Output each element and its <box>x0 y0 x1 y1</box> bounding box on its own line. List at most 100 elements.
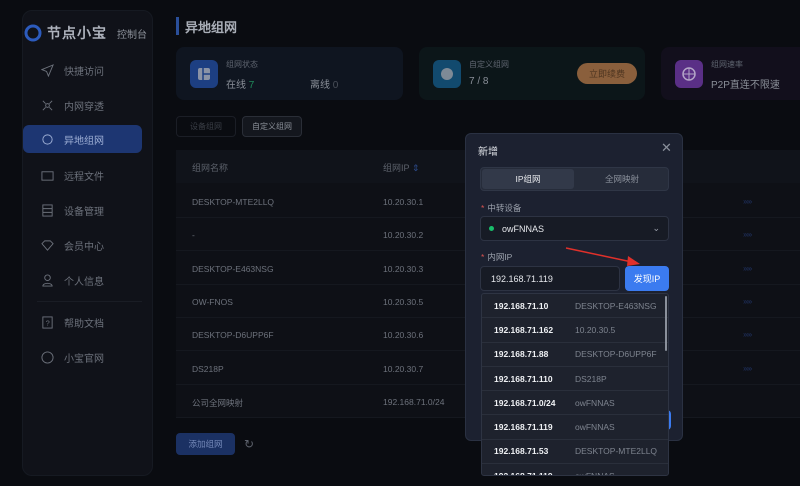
sidebar-item-label: 快捷访问 <box>64 66 104 78</box>
option-ip: 192.168.71.119 <box>494 422 553 433</box>
online-count: 在线 7 <box>226 76 254 91</box>
server-icon <box>42 203 53 217</box>
offline-value: 0 <box>332 80 339 91</box>
page-title: 异地组网 <box>176 17 237 35</box>
row-name: DESKTOP-E463NSG <box>192 263 274 274</box>
row-name: DS218P <box>192 363 224 374</box>
row-ip: 192.168.71.0/24 <box>383 396 445 407</box>
option-ip: 192.168.71.53 <box>494 446 549 457</box>
chevron-right-icon[interactable]: ››››› <box>743 197 752 206</box>
relay-label-text: 中转设备 <box>487 203 522 213</box>
sidebar-item-label: 小宝官网 <box>64 353 104 365</box>
close-icon[interactable]: ✕ <box>661 140 672 156</box>
option-device: DS218P <box>575 373 607 384</box>
sidebar-divider <box>37 301 142 302</box>
sidebar-item-help[interactable]: ? 帮助文档 <box>23 308 154 336</box>
ip-option[interactable]: 192.168.71.53 DESKTOP-MTE2LLQ <box>482 440 668 465</box>
sidebar-item-label: 设备管理 <box>64 206 104 218</box>
option-device: DESKTOP-D6UPP6F <box>575 349 657 360</box>
chevron-right-icon[interactable]: ››››› <box>743 264 752 273</box>
ip-option[interactable]: 192.168.71.10 DESKTOP-E463NSG <box>482 294 668 319</box>
segment-ip-network[interactable]: IP组网 <box>482 169 574 189</box>
sidebar-item-label: 会员中心 <box>64 241 104 253</box>
sidebar-item-label: 远程文件 <box>64 171 104 183</box>
option-ip: 192.168.71.10 <box>494 300 549 311</box>
user-icon <box>42 273 53 287</box>
ip-option[interactable]: 192.168.71.0/24 owFNNAS <box>482 391 668 416</box>
relay-device-select[interactable]: owFNNAS ⌄ <box>480 216 669 241</box>
sidebar: 节点小宝 控制台 快捷访问 内网穿透 异地组网 远程文件 设备管理 会员中心 个… <box>22 10 153 476</box>
sidebar-item-label: 内网穿透 <box>64 101 104 113</box>
status-card: 组网状态 在线 7 离线 0 <box>176 47 403 100</box>
row-name: DESKTOP-D6UPP6F <box>192 330 274 341</box>
sidebar-item-quick-access[interactable]: 快捷访问 <box>23 56 154 84</box>
ip-label: * 内网IP <box>481 252 513 262</box>
scrollbar[interactable] <box>665 296 667 351</box>
sidebar-item-membership[interactable]: 会员中心 <box>23 231 154 259</box>
row-ip: 10.20.30.2 <box>383 230 424 241</box>
option-device: DESKTOP-MTE2LLQ <box>575 446 658 457</box>
sidebar-item-profile[interactable]: 个人信息 <box>23 266 154 294</box>
chevron-right-icon[interactable]: ››››› <box>743 330 752 339</box>
segment-full-mapping[interactable]: 全网映射 <box>576 169 668 189</box>
sort-icon: ⇕ <box>411 163 420 173</box>
column-header-ip-label: 组网IP <box>383 163 410 173</box>
refresh-icon[interactable]: ↻ <box>244 437 254 451</box>
chevron-right-icon[interactable]: ››››› <box>743 230 752 239</box>
row-name: 公司全网映射 <box>192 397 244 408</box>
sidebar-item-label: 帮助文档 <box>64 318 104 330</box>
speed-card-label: 组网速率 <box>711 60 743 69</box>
chevron-right-icon[interactable]: ››››› <box>743 364 752 373</box>
sidebar-item-website[interactable]: 小宝官网 <box>23 343 154 371</box>
sidebar-item-remote-files[interactable]: 远程文件 <box>23 161 154 189</box>
sidebar-item-label: 异地组网 <box>64 135 104 147</box>
chat-icon <box>433 60 461 88</box>
offline-count: 离线 0 <box>310 76 338 91</box>
ip-label-text: 内网IP <box>487 252 513 262</box>
add-network-button[interactable]: 添加组网 <box>176 433 235 455</box>
row-name: DESKTOP-MTE2LLQ <box>192 197 275 207</box>
ip-option[interactable]: 192.168.71.119 owFNNAS <box>482 464 668 476</box>
option-device: owFNNAS <box>575 397 615 408</box>
option-device: DESKTOP-E463NSG <box>575 300 657 311</box>
row-ip: 10.20.30.1 <box>383 197 424 207</box>
online-label: 在线 <box>226 80 246 91</box>
option-ip: 192.168.71.110 <box>494 373 553 384</box>
sidebar-item-intranet[interactable]: 内网穿透 <box>23 91 154 119</box>
speed-card-value: P2P直连不限速 <box>711 80 780 91</box>
send-icon <box>41 63 54 77</box>
renew-button[interactable]: 立即续费 <box>577 63 637 84</box>
globe-icon <box>675 60 703 88</box>
red-arrow-icon <box>565 247 640 266</box>
svg-text:?: ? <box>46 318 50 327</box>
option-ip: 192.168.71.0/24 <box>494 397 556 408</box>
ip-option[interactable]: 192.168.71.110 DS218P <box>482 367 668 392</box>
sidebar-item-remote-network[interactable]: 异地组网 <box>23 125 142 153</box>
ip-suggestion-dropdown: 192.168.71.10 DESKTOP-E463NSG 192.168.71.1… <box>481 293 669 476</box>
tab-device-network[interactable]: 设备组网 <box>176 116 236 137</box>
tab-custom-network[interactable]: 自定义组网 <box>242 116 302 137</box>
logo: 节点小宝 控制台 <box>23 23 147 43</box>
option-ip: 192.168.71.88 <box>494 349 549 360</box>
ip-option[interactable]: 192.168.71.162 10.20.30.5 <box>482 318 668 343</box>
row-ip: 10.20.30.6 <box>383 330 424 341</box>
option-device: 10.20.30.5 <box>575 324 616 335</box>
dialog-title: 新增 <box>478 147 498 158</box>
option-ip: 192.168.71.162 <box>494 324 554 335</box>
relay-label: * 中转设备 <box>481 203 522 213</box>
network-icon <box>42 100 53 110</box>
chevron-right-icon[interactable]: ››››› <box>743 297 752 306</box>
custom-card-label: 自定义组网 <box>469 60 509 69</box>
logo-icon <box>24 24 42 42</box>
layout-icon <box>190 60 218 88</box>
sidebar-item-devices[interactable]: 设备管理 <box>23 196 154 224</box>
ip-option[interactable]: 192.168.71.119 owFNNAS <box>482 415 668 440</box>
option-ip: 192.168.71.119 <box>494 470 553 476</box>
chevron-down-icon: ⌄ <box>652 223 660 233</box>
offline-label: 离线 <box>310 80 330 91</box>
column-header-ip[interactable]: 组网IP ⇕ <box>383 161 419 174</box>
folder-icon <box>41 170 54 181</box>
help-icon: ? <box>42 315 53 329</box>
ip-option[interactable]: 192.168.71.88 DESKTOP-D6UPP6F <box>482 343 668 367</box>
column-header-name: 组网名称 <box>192 163 229 173</box>
